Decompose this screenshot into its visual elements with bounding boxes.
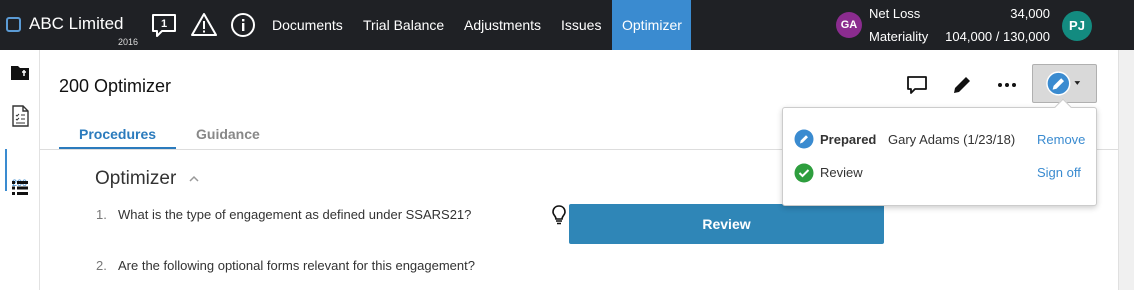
review-button[interactable]: Review	[569, 204, 884, 244]
comment-count-icon[interactable]: 1	[151, 12, 177, 38]
pencil-circle-icon	[1046, 71, 1071, 96]
check-circle-icon	[794, 163, 814, 183]
remove-link[interactable]: Remove	[1037, 132, 1085, 147]
review-label: Review	[820, 165, 863, 180]
materiality-value: 104,000 / 130,000	[945, 29, 1050, 44]
engagement-year: 2016	[118, 37, 139, 47]
company-name: ABC Limited	[29, 14, 124, 33]
info-circle-icon[interactable]	[230, 12, 256, 38]
tab-procedures[interactable]: Procedures	[79, 126, 156, 142]
nav-issues[interactable]: Issues	[551, 0, 611, 50]
chevron-up-icon[interactable]	[187, 172, 201, 186]
prepared-by: Gary Adams (1/23/18)	[888, 132, 1016, 147]
nav-documents[interactable]: Documents	[262, 0, 353, 50]
page-title: 200 Optimizer	[59, 76, 172, 96]
signoff-popup: Prepared Gary Adams (1/23/18) Remove Rev…	[782, 98, 1097, 206]
section-title: Optimizer	[95, 168, 177, 189]
question-text: What is the type of engagement as define…	[118, 207, 472, 222]
vertical-scrollbar[interactable]	[1118, 50, 1134, 290]
tab-guidance[interactable]: Guidance	[196, 126, 260, 142]
signoff-button[interactable]	[1032, 64, 1097, 103]
notification-count: 1	[161, 18, 167, 30]
rail-active-indicator	[5, 149, 7, 191]
warning-triangle-icon[interactable]	[191, 12, 217, 38]
net-loss-value: 34,000	[1010, 6, 1050, 21]
question-number: 1.	[96, 207, 107, 222]
signoff-link[interactable]: Sign off	[1037, 165, 1081, 180]
nav-adjustments[interactable]: Adjustments	[454, 0, 551, 50]
folder-icon[interactable]	[10, 63, 30, 83]
top-bar: ABC Limited 2016 1 Documents Trial Balan…	[0, 0, 1134, 50]
company-icon	[6, 16, 21, 32]
pencil-icon[interactable]	[950, 73, 974, 97]
document-checklist-icon[interactable]	[10, 105, 30, 127]
nav-trial-balance[interactable]: Trial Balance	[353, 0, 454, 50]
question-number: 2.	[96, 258, 107, 273]
avatar-pj[interactable]: PJ	[1062, 11, 1092, 41]
prepared-label: Prepared	[820, 132, 877, 147]
net-loss-label: Net Loss	[869, 6, 921, 21]
caret-down-icon	[1074, 81, 1081, 85]
left-rail: 200	[0, 50, 40, 290]
comment-icon[interactable]	[905, 73, 929, 97]
avatar-ga[interactable]: GA	[836, 12, 862, 38]
list-icon[interactable]	[10, 178, 30, 198]
lightbulb-icon[interactable]	[551, 205, 567, 225]
more-horizontal-icon[interactable]	[995, 73, 1019, 97]
pencil-circle-icon	[794, 129, 814, 149]
question-text: Are the following optional forms relevan…	[118, 258, 475, 273]
company-selector[interactable]: ABC Limited	[6, 14, 123, 34]
nav-optimizer[interactable]: Optimizer	[612, 0, 691, 50]
